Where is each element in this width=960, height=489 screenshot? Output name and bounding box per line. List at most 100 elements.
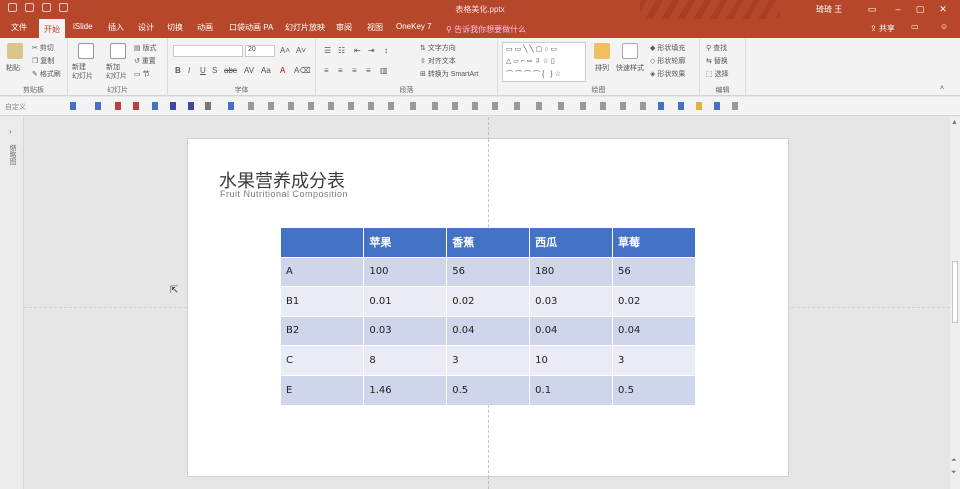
tab-design[interactable]: 设计	[138, 22, 154, 33]
table-header-cell[interactable]: 西瓜	[529, 228, 614, 257]
align-center-icon[interactable]: ≡	[338, 66, 343, 75]
toolbar-tool-6-icon[interactable]	[170, 102, 176, 110]
toolbar-tool-28-icon[interactable]	[620, 102, 626, 110]
strikethrough-icon[interactable]: abc	[224, 66, 237, 75]
table-cell[interactable]: 3	[612, 345, 696, 376]
toolbar-tool-17-icon[interactable]	[388, 102, 394, 110]
tab-view[interactable]: 视图	[367, 22, 383, 33]
tab-review[interactable]: 审阅	[336, 22, 352, 33]
table-header-cell[interactable]: 苹果	[363, 228, 448, 257]
minimize-icon[interactable]: –	[892, 3, 904, 15]
table-cell[interactable]: 100	[363, 256, 448, 287]
table-cell[interactable]: C	[281, 345, 365, 376]
scrollbar-thumb[interactable]	[952, 261, 958, 323]
table-cell[interactable]: 10	[529, 345, 614, 376]
user-name[interactable]: 琦琦 王	[816, 4, 842, 15]
table-header-cell[interactable]: 草莓	[612, 228, 696, 257]
tab-pocket-animation[interactable]: 口袋动画 PA	[229, 22, 273, 33]
table-cell[interactable]: A	[281, 256, 365, 287]
increase-indent-icon[interactable]: ⇥	[368, 46, 375, 55]
toolbar-tool-7-icon[interactable]	[188, 102, 194, 110]
quick-styles-button[interactable]: 快速样式	[616, 63, 644, 73]
toolbar-tool-32-icon[interactable]	[696, 102, 702, 110]
toolbar-tool-4-icon[interactable]	[133, 102, 139, 110]
table-cell[interactable]: B2	[281, 315, 365, 346]
toolbar-tool-16-icon[interactable]	[368, 102, 374, 110]
shadow-icon[interactable]: S	[212, 66, 217, 75]
table-cell[interactable]: 0.04	[529, 315, 614, 346]
toolbar-tool-23-icon[interactable]	[514, 102, 520, 110]
tab-transitions[interactable]: 切换	[167, 22, 183, 33]
tab-onekey[interactable]: OneKey 7	[396, 22, 432, 31]
share-button[interactable]: ⇪ 共享	[870, 23, 895, 34]
reset-button[interactable]: ↺ 重置	[134, 56, 156, 66]
table-cell[interactable]: 0.5	[612, 374, 696, 405]
toolbar-tool-19-icon[interactable]	[432, 102, 438, 110]
toolbar-tool-33-icon[interactable]	[714, 102, 720, 110]
justify-icon[interactable]: ≡	[366, 66, 371, 75]
new-slide-icon[interactable]	[78, 43, 94, 59]
table-cell[interactable]: 0.04	[612, 315, 696, 346]
new-slide-button[interactable]: 新建 幻灯片	[72, 63, 93, 81]
text-direction-button[interactable]: ⇅ 文字方向	[420, 43, 456, 53]
convert-smartart-button[interactable]: ⊞ 转换为 SmartArt	[420, 69, 478, 79]
toolbar-tool-2-icon[interactable]	[95, 102, 101, 110]
columns-icon[interactable]: ▥	[380, 66, 388, 75]
clear-formatting-icon[interactable]: A⌫	[294, 66, 311, 75]
new-section-slide-icon[interactable]	[110, 43, 126, 59]
underline-icon[interactable]: U	[200, 66, 206, 75]
table-cell[interactable]: B1	[281, 286, 365, 317]
toolbar-tool-27-icon[interactable]	[600, 102, 606, 110]
toolbar-tool-11-icon[interactable]	[268, 102, 274, 110]
font-size-field[interactable]: 20	[245, 45, 275, 57]
table-cell[interactable]: 8	[363, 345, 448, 376]
toolbar-tool-21-icon[interactable]	[472, 102, 478, 110]
toolbar-tool-18-icon[interactable]	[410, 102, 416, 110]
previous-slide-icon[interactable]: ⏶	[951, 457, 957, 465]
tab-file[interactable]: 文件	[11, 22, 27, 33]
toolbar-tool-10-icon[interactable]	[248, 102, 254, 110]
char-spacing-icon[interactable]: AV	[244, 66, 254, 75]
decrease-font-icon[interactable]: A˅	[296, 46, 306, 55]
slide-canvas[interactable]: 水果营养成分表 Fruit Nutritional Composition 苹果…	[187, 138, 789, 478]
tab-islide[interactable]: iSlide	[73, 22, 93, 31]
ribbon-display-options-icon[interactable]: ▭	[866, 3, 878, 15]
table-cell[interactable]: 0.02	[446, 286, 531, 317]
copy-button[interactable]: ❐ 复制	[32, 56, 54, 66]
shape-fill-button[interactable]: ◆ 形状填充	[650, 43, 685, 53]
table-cell[interactable]: 0.04	[446, 315, 531, 346]
toolbar-tool-25-icon[interactable]	[558, 102, 564, 110]
tab-insert[interactable]: 插入	[108, 22, 124, 33]
toolbar-tool-30-icon[interactable]	[658, 102, 664, 110]
font-color-icon[interactable]: A	[280, 66, 285, 75]
slide-subtitle[interactable]: Fruit Nutritional Composition	[220, 189, 348, 199]
table-cell[interactable]: E	[281, 374, 365, 405]
shape-effects-button[interactable]: ◈ 形状效果	[650, 69, 685, 79]
toolbar-tool-20-icon[interactable]	[452, 102, 458, 110]
change-case-icon[interactable]: Aa	[261, 66, 271, 75]
numbering-icon[interactable]: ☷	[338, 46, 345, 55]
decrease-indent-icon[interactable]: ⇤	[354, 46, 361, 55]
toolbar-tool-12-icon[interactable]	[288, 102, 294, 110]
tab-animations[interactable]: 动画	[197, 22, 213, 33]
toolbar-tool-8-icon[interactable]	[205, 102, 211, 110]
font-name-field[interactable]	[173, 45, 243, 57]
tell-me-search[interactable]: ⚲ 告诉我你想要做什么	[446, 24, 526, 35]
table-cell[interactable]: 0.02	[612, 286, 696, 317]
line-spacing-icon[interactable]: ↕	[384, 46, 388, 55]
align-right-icon[interactable]: ≡	[352, 66, 357, 75]
table-cell[interactable]: 0.01	[363, 286, 448, 317]
table-header-cell[interactable]: 香蕉	[446, 228, 531, 257]
comments-icon[interactable]: ▭	[911, 22, 919, 31]
paste-icon[interactable]	[7, 43, 23, 59]
toolbar-tool-15-icon[interactable]	[348, 102, 354, 110]
toolbar-tool-22-icon[interactable]	[492, 102, 498, 110]
quick-styles-icon[interactable]	[622, 43, 638, 59]
toolbar-tool-34-icon[interactable]	[732, 102, 738, 110]
align-text-button[interactable]: ⇳ 对齐文本	[420, 56, 456, 66]
vertical-scrollbar[interactable]: ▲ ⏶ ⏷	[950, 117, 960, 489]
cut-button[interactable]: ✂ 剪切	[32, 43, 54, 53]
toolbar-tool-14-icon[interactable]	[328, 102, 334, 110]
toolbar-tool-9-icon[interactable]	[228, 102, 234, 110]
format-painter-button[interactable]: ✎ 格式刷	[32, 69, 61, 79]
